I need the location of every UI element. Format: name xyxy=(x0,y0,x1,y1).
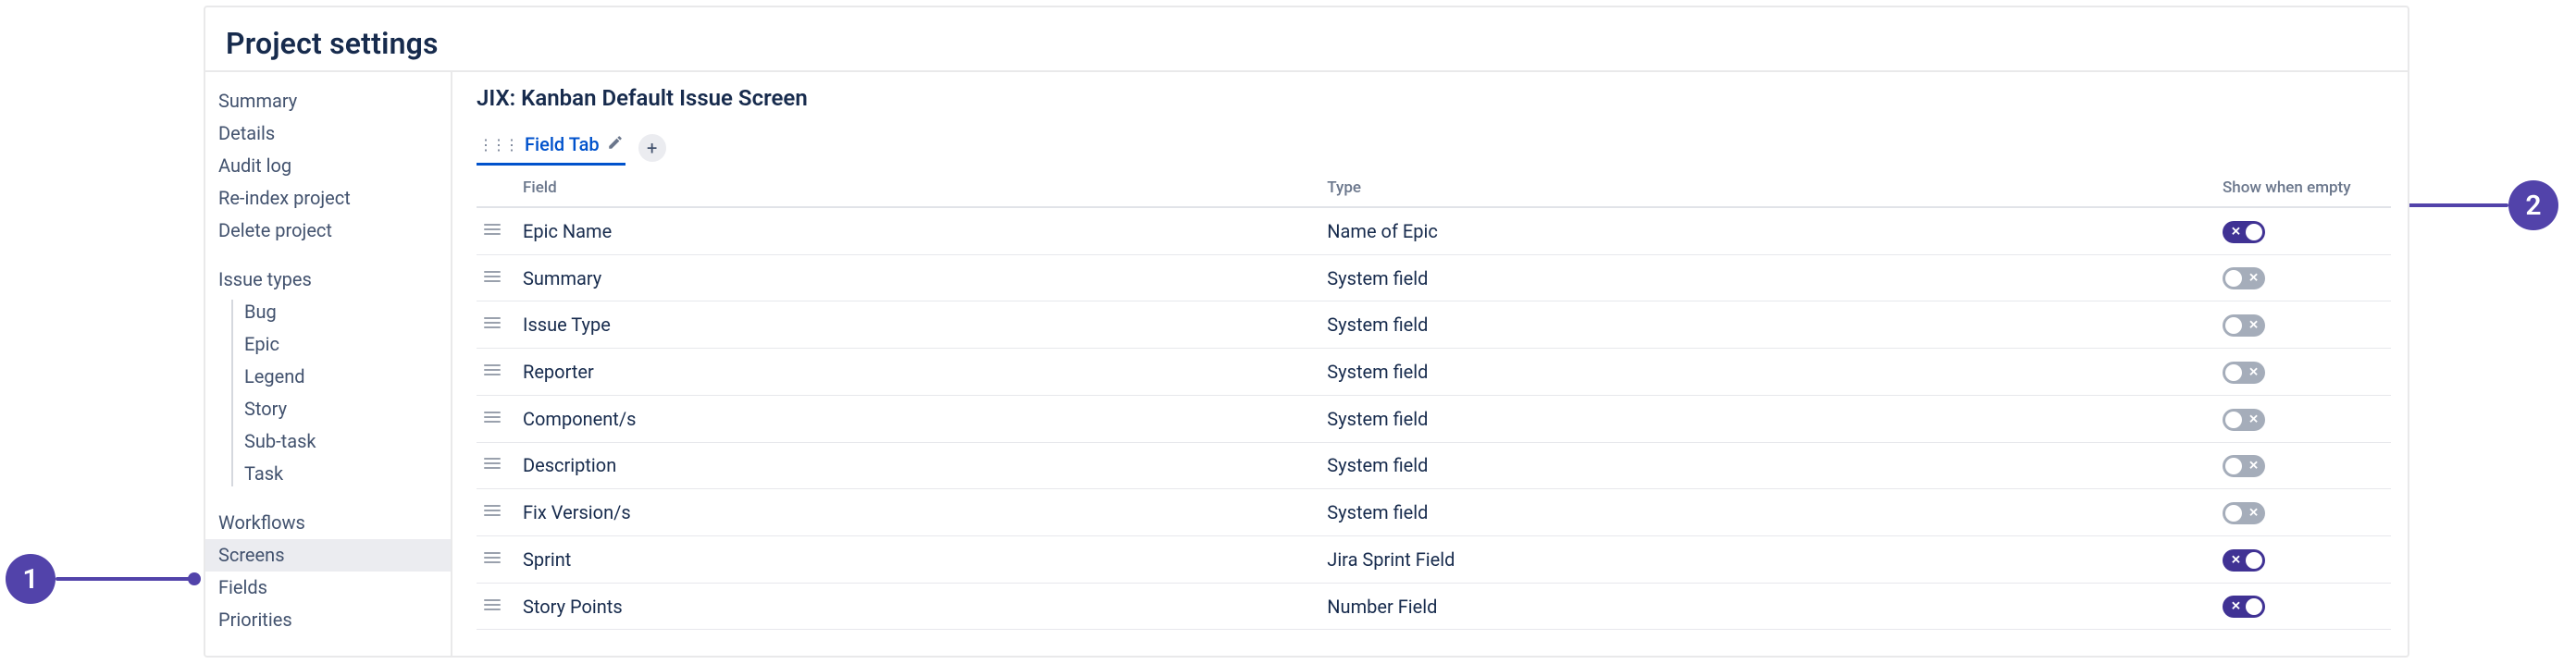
show-when-empty-cell: ✕ xyxy=(2215,489,2391,536)
tab-drag-handle-icon[interactable]: ⋮⋮⋮ xyxy=(478,136,517,154)
annotation-number: 2 xyxy=(2508,180,2558,230)
field-type-cell: System field xyxy=(1319,395,2215,442)
show-when-empty-cell: ✕ xyxy=(2215,536,2391,584)
row-drag-handle-icon[interactable] xyxy=(477,583,515,630)
field-name-cell: Component/s xyxy=(515,395,1319,442)
main-content: JIX: Kanban Default Issue Screen ⋮⋮⋮ Fie… xyxy=(452,72,2408,656)
field-name-cell: Story Points xyxy=(515,583,1319,630)
row-drag-handle-icon[interactable] xyxy=(477,301,515,349)
table-row: DescriptionSystem field ✕ xyxy=(477,442,2391,489)
table-row: Epic NameName of Epic ✕ xyxy=(477,207,2391,254)
table-row: Component/sSystem field ✕ xyxy=(477,395,2391,442)
sidebar-item-re-index-project[interactable]: Re-index project xyxy=(205,182,451,215)
show-when-empty-toggle[interactable]: ✕ xyxy=(2223,314,2265,337)
sidebar: SummaryDetailsAudit logRe-index projectD… xyxy=(205,72,452,656)
sidebar-item-issue-type-story[interactable]: Story xyxy=(231,393,451,425)
sidebar-section-project: SummaryDetailsAudit logRe-index projectD… xyxy=(205,85,451,247)
show-when-empty-toggle[interactable]: ✕ xyxy=(2223,362,2265,384)
field-name-cell: Description xyxy=(515,442,1319,489)
table-row: Fix Version/sSystem field ✕ xyxy=(477,489,2391,536)
field-type-cell: System field xyxy=(1319,349,2215,396)
page-title: Project settings xyxy=(226,26,439,61)
annotation-number: 1 xyxy=(6,554,56,604)
sidebar-item-issue-type-sub-task[interactable]: Sub-task xyxy=(231,425,451,458)
tabs-row: ⋮⋮⋮ Field Tab + xyxy=(477,129,2391,166)
field-name-cell: Fix Version/s xyxy=(515,489,1319,536)
fields-table: Field Type Show when empty Epic NameName… xyxy=(477,169,2391,630)
show-when-empty-toggle[interactable]: ✕ xyxy=(2223,267,2265,289)
show-when-empty-cell: ✕ xyxy=(2215,583,2391,630)
table-row: Issue TypeSystem field ✕ xyxy=(477,301,2391,349)
page-frame: Project settings SummaryDetailsAudit log… xyxy=(204,6,2409,658)
field-type-cell: Name of Epic xyxy=(1319,207,2215,254)
sidebar-item-fields[interactable]: Fields xyxy=(205,572,451,604)
sidebar-item-issue-type-bug[interactable]: Bug xyxy=(231,296,451,328)
show-when-empty-toggle[interactable]: ✕ xyxy=(2223,221,2265,243)
field-type-cell: System field xyxy=(1319,489,2215,536)
show-when-empty-toggle[interactable]: ✕ xyxy=(2223,455,2265,477)
row-drag-handle-icon[interactable] xyxy=(477,536,515,584)
row-drag-handle-icon[interactable] xyxy=(477,254,515,301)
row-drag-handle-icon[interactable] xyxy=(477,349,515,396)
sidebar-item-summary[interactable]: Summary xyxy=(205,85,451,117)
sidebar-item-delete-project[interactable]: Delete project xyxy=(205,215,451,247)
field-name-cell: Reporter xyxy=(515,349,1319,396)
sidebar-item-issue-type-epic[interactable]: Epic xyxy=(231,328,451,361)
column-header-field: Field xyxy=(515,169,1319,207)
show-when-empty-cell: ✕ xyxy=(2215,395,2391,442)
field-name-cell: Issue Type xyxy=(515,301,1319,349)
field-type-cell: Number Field xyxy=(1319,583,2215,630)
show-when-empty-cell: ✕ xyxy=(2215,349,2391,396)
column-header-show-when-empty: Show when empty xyxy=(2215,169,2391,207)
pencil-icon[interactable] xyxy=(607,133,624,155)
row-drag-handle-icon[interactable] xyxy=(477,207,515,254)
sidebar-item-screens[interactable]: Screens xyxy=(205,539,451,572)
column-header-type: Type xyxy=(1319,169,2215,207)
sidebar-heading-issue-types: Issue types xyxy=(205,264,451,296)
show-when-empty-toggle[interactable]: ✕ xyxy=(2223,409,2265,431)
sidebar-item-workflows[interactable]: Workflows xyxy=(205,507,451,539)
screen-title: JIX: Kanban Default Issue Screen xyxy=(477,85,2391,111)
sidebar-section-issue-types: Issue types BugEpicLegendStorySub-taskTa… xyxy=(205,264,451,490)
field-type-cell: System field xyxy=(1319,301,2215,349)
sidebar-item-issue-type-legend[interactable]: Legend xyxy=(231,361,451,393)
tab-field-tab[interactable]: ⋮⋮⋮ Field Tab xyxy=(477,129,625,166)
row-drag-handle-icon[interactable] xyxy=(477,395,515,442)
tab-label: Field Tab xyxy=(525,133,600,155)
sidebar-item-issue-type-task[interactable]: Task xyxy=(231,458,451,490)
add-tab-button[interactable]: + xyxy=(638,134,666,162)
sidebar-item-details[interactable]: Details xyxy=(205,117,451,150)
field-type-cell: System field xyxy=(1319,254,2215,301)
field-name-cell: Summary xyxy=(515,254,1319,301)
sidebar-section-config: WorkflowsScreensFieldsPriorities xyxy=(205,507,451,636)
annotation-callout-1: 1 xyxy=(6,554,194,604)
table-row: Story PointsNumber Field ✕ xyxy=(477,583,2391,630)
field-name-cell: Sprint xyxy=(515,536,1319,584)
show-when-empty-cell: ✕ xyxy=(2215,301,2391,349)
field-type-cell: System field xyxy=(1319,442,2215,489)
show-when-empty-cell: ✕ xyxy=(2215,207,2391,254)
table-row: ReporterSystem field ✕ xyxy=(477,349,2391,396)
field-type-cell: Jira Sprint Field xyxy=(1319,536,2215,584)
show-when-empty-cell: ✕ xyxy=(2215,254,2391,301)
table-row: SprintJira Sprint Field ✕ xyxy=(477,536,2391,584)
show-when-empty-toggle[interactable]: ✕ xyxy=(2223,549,2265,572)
table-row: SummarySystem field ✕ xyxy=(477,254,2391,301)
show-when-empty-toggle[interactable]: ✕ xyxy=(2223,502,2265,524)
field-name-cell: Epic Name xyxy=(515,207,1319,254)
show-when-empty-toggle[interactable]: ✕ xyxy=(2223,596,2265,618)
row-drag-handle-icon[interactable] xyxy=(477,442,515,489)
sidebar-item-audit-log[interactable]: Audit log xyxy=(205,150,451,182)
show-when-empty-cell: ✕ xyxy=(2215,442,2391,489)
row-drag-handle-icon[interactable] xyxy=(477,489,515,536)
sidebar-item-priorities[interactable]: Priorities xyxy=(205,604,451,636)
